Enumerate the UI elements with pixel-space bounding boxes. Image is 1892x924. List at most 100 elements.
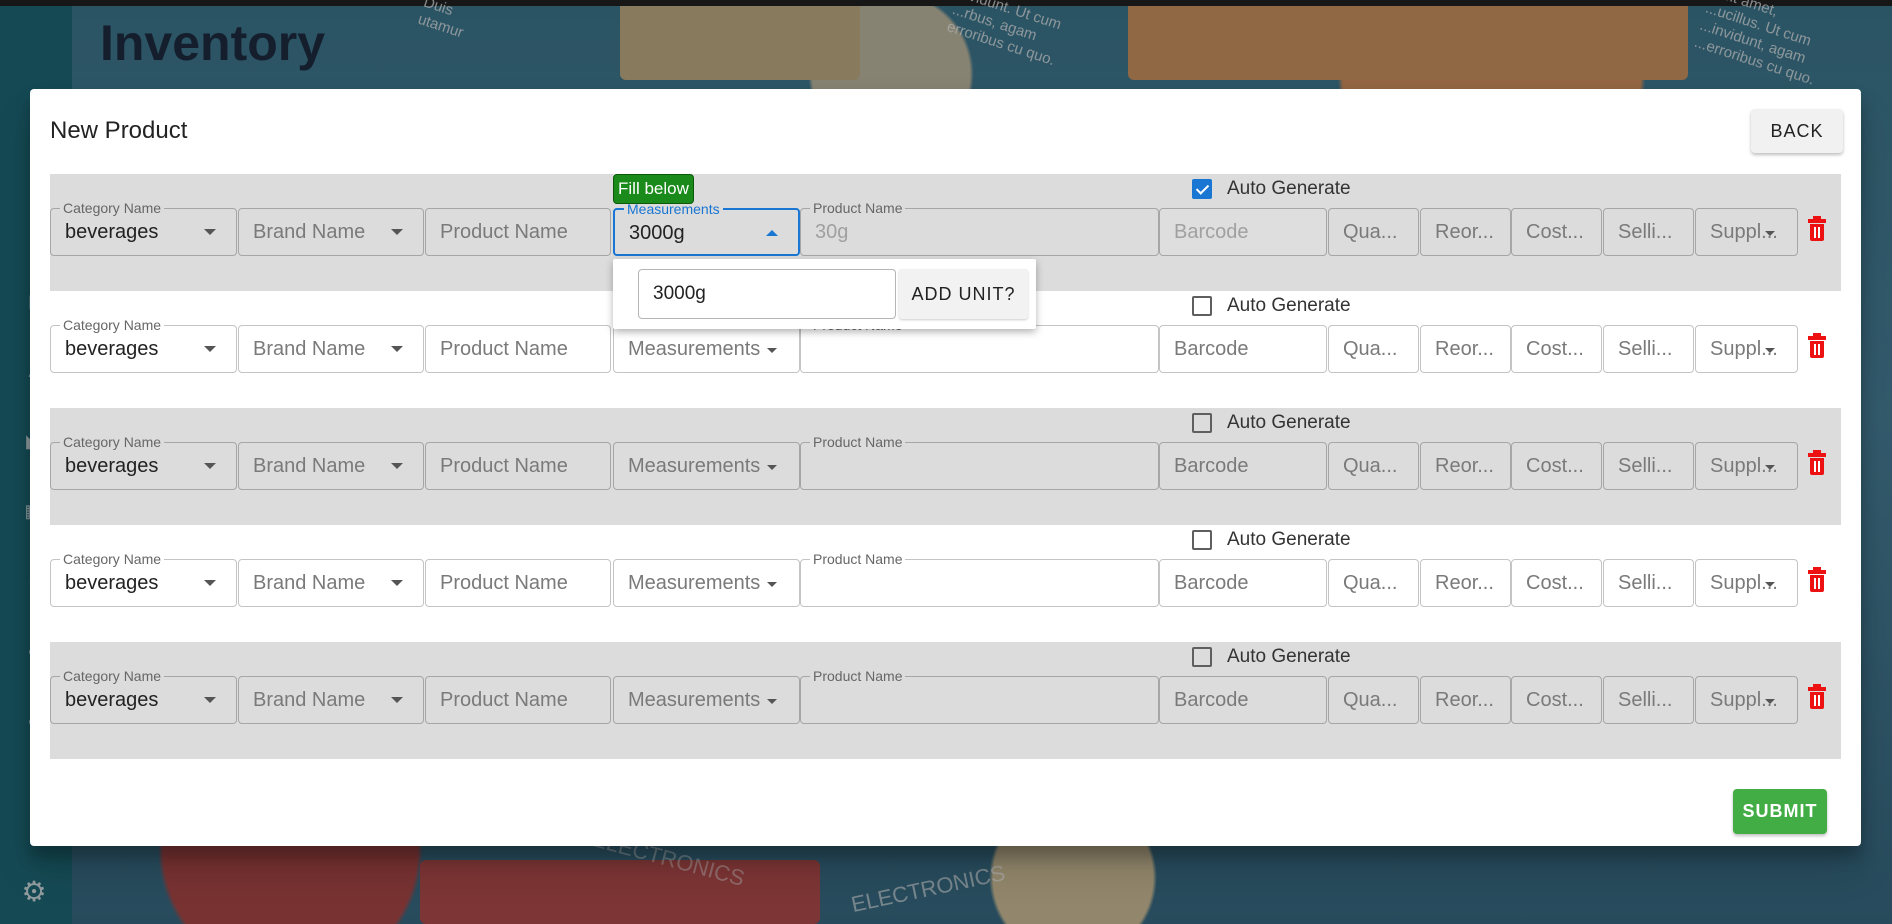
back-button[interactable]: BACK [1751,109,1843,153]
checkbox-icon[interactable] [1192,647,1212,667]
category-value: beverages [65,689,159,711]
brand-select[interactable]: Brand Name [238,208,424,256]
new-product-dialog: New Product BACK Auto Generate Category … [30,89,1861,846]
brand-select[interactable]: Brand Name [238,325,424,373]
measurements-select[interactable]: Measurements 3000g [613,201,800,256]
supplier-select[interactable]: Suppl... [1695,559,1798,607]
dropdown-arrow-icon [767,465,777,470]
checkbox-icon[interactable] [1192,296,1212,316]
brand-select[interactable]: Brand Name [238,559,424,607]
quantity-placeholder: Qua... [1343,338,1398,360]
cost-input[interactable]: Cost... [1511,559,1602,607]
product-input[interactable]: Product Name [425,442,611,490]
quantity-input[interactable]: Qua... [1328,325,1419,373]
barcode-input[interactable]: Barcode [1159,442,1327,490]
barcode-input[interactable]: Barcode [1159,676,1327,724]
category-select[interactable]: Category Name beverages [50,551,237,607]
measurements-select[interactable]: Measurements [613,559,800,607]
auto-generate-toggle[interactable]: Auto Generate [1192,295,1351,317]
category-select[interactable]: Category Name beverages [50,668,237,724]
category-select[interactable]: Category Name beverages [50,434,237,490]
trash-icon[interactable] [1808,450,1826,475]
category-value: beverages [65,572,159,594]
add-unit-button[interactable]: ADD UNIT? [899,269,1028,319]
product-name-legend: Product Name [810,668,906,684]
quantity-input[interactable]: Qua... [1328,442,1419,490]
cost-placeholder: Cost... [1526,572,1584,594]
barcode-input[interactable]: Barcode [1159,559,1327,607]
dropdown-arrow-icon [391,697,403,703]
dropdown-arrow-icon [391,580,403,586]
cost-input[interactable]: Cost... [1511,676,1602,724]
auto-generate-label: Auto Generate [1227,178,1351,199]
product-placeholder: Product Name [440,221,568,243]
selling-input[interactable]: Selli... [1603,676,1694,724]
cost-input[interactable]: Cost... [1511,442,1602,490]
reorder-input[interactable]: Reor... [1420,559,1511,607]
auto-generate-toggle[interactable]: Auto Generate [1192,178,1351,200]
cost-placeholder: Cost... [1526,221,1584,243]
quantity-placeholder: Qua... [1343,221,1398,243]
barcode-input: Barcode [1159,208,1327,256]
dropdown-arrow-icon [1765,348,1775,353]
cost-input[interactable]: Cost... [1511,208,1602,256]
reorder-input[interactable]: Reor... [1420,208,1511,256]
product-input[interactable]: Product Name [425,559,611,607]
supplier-select[interactable]: Suppl... [1695,325,1798,373]
measurements-select[interactable]: Measurements [613,442,800,490]
category-select[interactable]: Category Name beverages [50,200,237,256]
auto-generate-toggle[interactable]: Auto Generate [1192,646,1351,668]
dialog-title: New Product [50,117,188,144]
product-placeholder: Product Name [440,572,568,594]
category-value: beverages [65,338,159,360]
measurements-select[interactable]: Measurements [613,676,800,724]
dropdown-arrow-icon [1765,699,1775,704]
checkbox-icon[interactable] [1192,179,1212,199]
trash-icon[interactable] [1808,684,1826,709]
dropdown-arrow-icon [391,229,403,235]
reorder-input[interactable]: Reor... [1420,325,1511,373]
auto-generate-label: Auto Generate [1227,529,1351,550]
selling-input[interactable]: Selli... [1603,442,1694,490]
trash-icon[interactable] [1808,567,1826,592]
trash-icon[interactable] [1808,333,1826,358]
reorder-input[interactable]: Reor... [1420,676,1511,724]
category-select[interactable]: Category Name beverages [50,317,237,373]
reorder-placeholder: Reor... [1435,572,1494,594]
measurements-select[interactable]: Measurements [613,325,800,373]
auto-generate-toggle[interactable]: Auto Generate [1192,412,1351,434]
checkbox-icon[interactable] [1192,530,1212,550]
product-placeholder: Product Name [440,455,568,477]
brand-select[interactable]: Brand Name [238,442,424,490]
brand-select[interactable]: Brand Name [238,676,424,724]
supplier-select[interactable]: Suppl... [1695,442,1798,490]
auto-generate-label: Auto Generate [1227,295,1351,316]
barcode-input[interactable]: Barcode [1159,325,1327,373]
product-input[interactable]: Product Name [425,208,611,256]
selling-input[interactable]: Selli... [1603,325,1694,373]
supplier-select[interactable]: Suppl... [1695,676,1798,724]
submit-button[interactable]: SUBMIT [1733,789,1827,834]
unit-input[interactable] [638,269,896,319]
product-input[interactable]: Product Name [425,676,611,724]
quantity-input[interactable]: Qua... [1328,559,1419,607]
reorder-placeholder: Reor... [1435,689,1494,711]
quantity-placeholder: Qua... [1343,689,1398,711]
quantity-input[interactable]: Qua... [1328,208,1419,256]
trash-icon[interactable] [1808,216,1826,241]
supplier-select[interactable]: Suppl... [1695,208,1798,256]
reorder-input[interactable]: Reor... [1420,442,1511,490]
auto-generate-toggle[interactable]: Auto Generate [1192,529,1351,551]
dropdown-arrow-icon [204,229,216,235]
checkbox-icon[interactable] [1192,413,1212,433]
quantity-input[interactable]: Qua... [1328,676,1419,724]
cost-input[interactable]: Cost... [1511,325,1602,373]
dropdown-arrow-icon [391,463,403,469]
category-legend: Category Name [60,200,165,216]
selling-input[interactable]: Selli... [1603,208,1694,256]
selling-input[interactable]: Selli... [1603,559,1694,607]
brand-placeholder: Brand Name [253,338,366,360]
dropdown-arrow-icon [204,697,216,703]
product-input[interactable]: Product Name [425,325,611,373]
category-legend: Category Name [60,317,165,333]
